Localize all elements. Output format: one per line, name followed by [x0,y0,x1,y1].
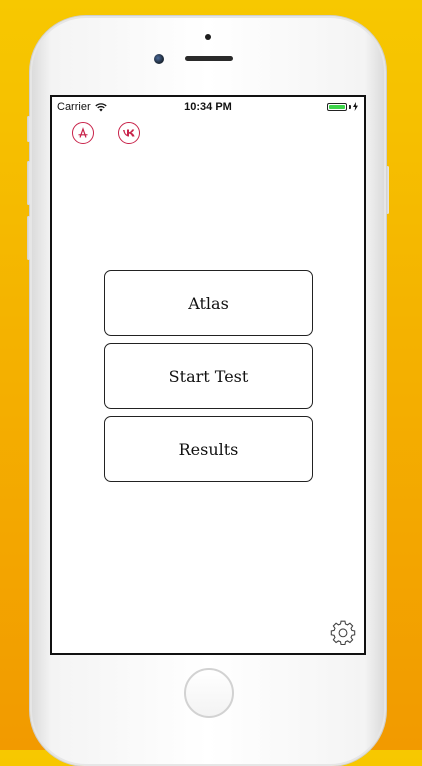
settings-gear-icon[interactable] [330,619,356,645]
start-test-button-label: Start Test [168,366,249,386]
main-menu: Atlas Start Test Results [104,270,313,489]
status-time: 10:34 PM [184,101,232,113]
battery-tip [349,104,351,109]
atlas-button-label: Atlas [188,293,229,313]
power-button [386,166,389,214]
vk-icon[interactable] [118,122,140,144]
status-bar: Carrier 10:34 PM [52,97,364,117]
start-test-button[interactable]: Start Test [104,343,313,409]
earpiece-speaker [185,56,233,61]
volume-up-button [27,161,30,205]
charging-bolt-icon [353,102,358,111]
results-button-label: Results [178,439,239,459]
atlas-button[interactable]: Atlas [104,270,313,336]
battery-icon [327,102,347,111]
battery-fill [329,104,345,109]
volume-down-button [27,216,30,260]
front-camera [154,54,164,64]
battery-indicator [327,102,358,111]
home-button[interactable] [184,668,234,718]
mute-switch [27,116,30,142]
top-icon-bar [72,122,140,144]
appstore-icon[interactable] [72,122,94,144]
app-screen: Carrier 10:34 PM Atlas Start Test Result… [50,95,366,655]
proximity-sensor [205,34,211,40]
results-button[interactable]: Results [104,416,313,482]
